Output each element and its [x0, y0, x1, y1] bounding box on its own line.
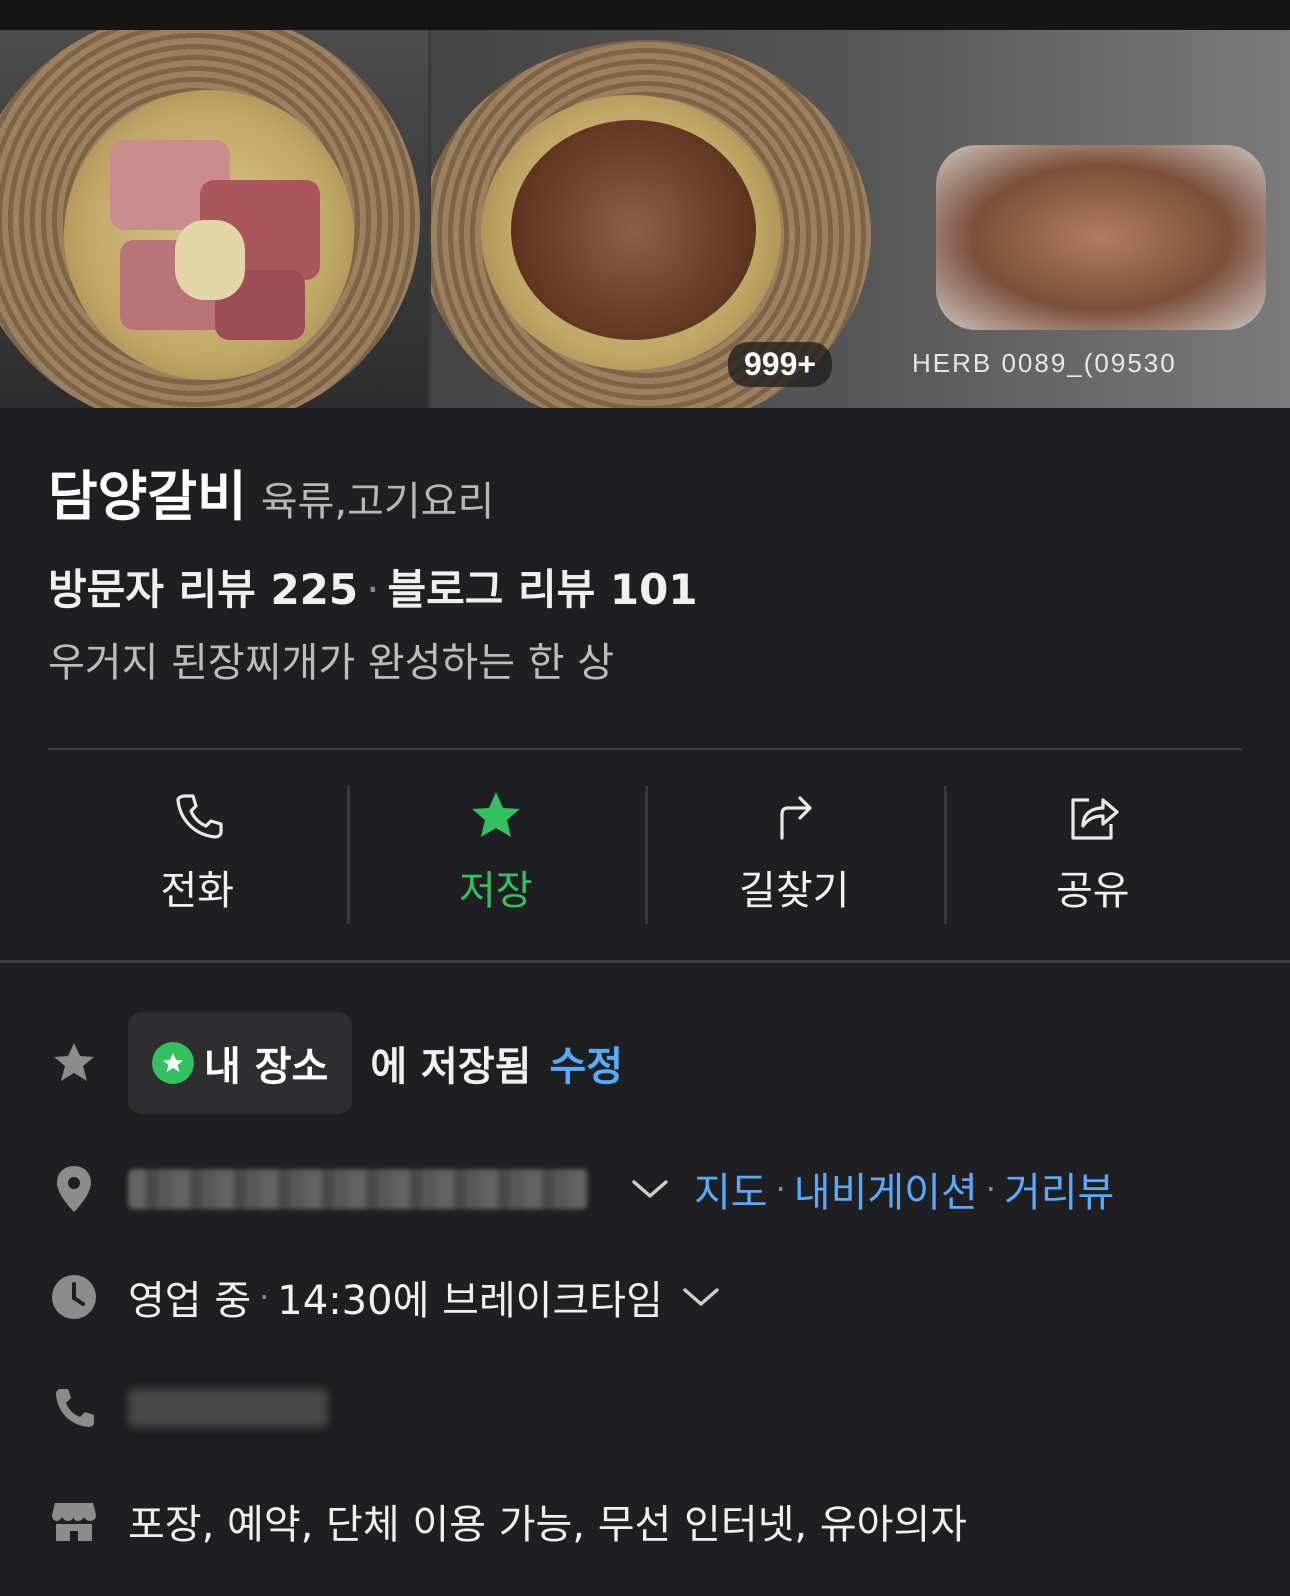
- photo-gallery[interactable]: 999+ HERB 0089_(09530: [0, 30, 1290, 408]
- address-redacted: [128, 1169, 588, 1209]
- phone-row[interactable]: [48, 1382, 328, 1434]
- phone-number-redacted: [128, 1389, 328, 1427]
- directions-label: 길찾기: [739, 868, 850, 914]
- save-label: 저장: [458, 868, 533, 914]
- divider: [48, 748, 1242, 750]
- review-counts: 방문자 리뷰 225 · 블로그 리뷰 101: [48, 556, 698, 617]
- green-star-badge-icon: [152, 1042, 194, 1084]
- phone-icon: [176, 794, 223, 839]
- place-title-row: 담양갈비 육류,고기요리: [48, 452, 494, 531]
- marinated-galbi: [511, 120, 756, 340]
- status-bar-strip: [0, 0, 1290, 30]
- galbi-package: [936, 145, 1266, 330]
- place-category: 육류,고기요리: [260, 479, 495, 525]
- share-button[interactable]: 공유: [943, 786, 1243, 926]
- phone-filled-icon: [48, 1382, 100, 1434]
- saved-text: 에 저장됨: [370, 1044, 532, 1090]
- action-bar: 전화 저장 길찾기 공유: [48, 786, 1242, 926]
- save-button[interactable]: 저장: [346, 786, 646, 926]
- star-icon: [471, 792, 520, 837]
- amenities-row: 포장, 예약, 단체 이용 가능, 무선 인터넷, 유아의자: [48, 1492, 967, 1550]
- my-place-chip[interactable]: 내 장소: [128, 1012, 353, 1114]
- streetview-link[interactable]: 거리뷰: [1004, 1160, 1114, 1218]
- section-divider: [0, 960, 1290, 963]
- my-place-label: 내 장소: [204, 1044, 329, 1090]
- hours-row[interactable]: 영업 중 · 14:30에 브레이크타임: [48, 1268, 723, 1326]
- edit-link[interactable]: 수정: [549, 1034, 623, 1092]
- chevron-down-icon[interactable]: [628, 1174, 672, 1204]
- saved-row: 내 장소 에 저장됨 수정: [48, 1012, 623, 1114]
- garlic-pile: [175, 220, 245, 300]
- directions-button[interactable]: 길찾기: [645, 786, 944, 926]
- photo-raw-beef-rib[interactable]: [0, 30, 428, 408]
- place-name: 담양갈비: [48, 465, 247, 528]
- star-outline-icon: [48, 1037, 100, 1089]
- visitor-reviews-link[interactable]: 방문자 리뷰 225: [48, 565, 358, 614]
- share-label: 공유: [1055, 868, 1130, 914]
- separator-dot: ·: [775, 1170, 786, 1208]
- separator-dot: ·: [366, 565, 380, 614]
- clock-icon: [48, 1271, 100, 1323]
- call-button[interactable]: 전화: [48, 786, 347, 926]
- blog-reviews-link[interactable]: 블로그 리뷰 101: [387, 565, 697, 614]
- store-icon: [48, 1495, 100, 1547]
- separator-dot: ·: [259, 1278, 270, 1316]
- map-link[interactable]: 지도: [694, 1160, 768, 1218]
- photo-credit: HERB 0089_(09530: [912, 348, 1177, 378]
- directions-icon: [780, 796, 812, 840]
- share-icon: [1071, 798, 1119, 840]
- call-label: 전화: [160, 868, 235, 914]
- place-description: 우거지 된장찌개가 완성하는 한 상: [48, 640, 615, 686]
- chevron-down-icon[interactable]: [679, 1282, 723, 1312]
- open-status: 영업 중: [128, 1278, 252, 1324]
- photo-count-badge[interactable]: 999+: [728, 342, 833, 387]
- address-row: 지도 · 내비게이션 · 거리뷰: [48, 1160, 1114, 1218]
- separator-dot: ·: [985, 1170, 996, 1208]
- navigation-link[interactable]: 내비게이션: [794, 1160, 978, 1218]
- amenities-text: 포장, 예약, 단체 이용 가능, 무선 인터넷, 유아의자: [128, 1502, 968, 1548]
- location-pin-icon: [48, 1163, 100, 1215]
- break-time: 14:30에 브레이크타임: [277, 1278, 663, 1324]
